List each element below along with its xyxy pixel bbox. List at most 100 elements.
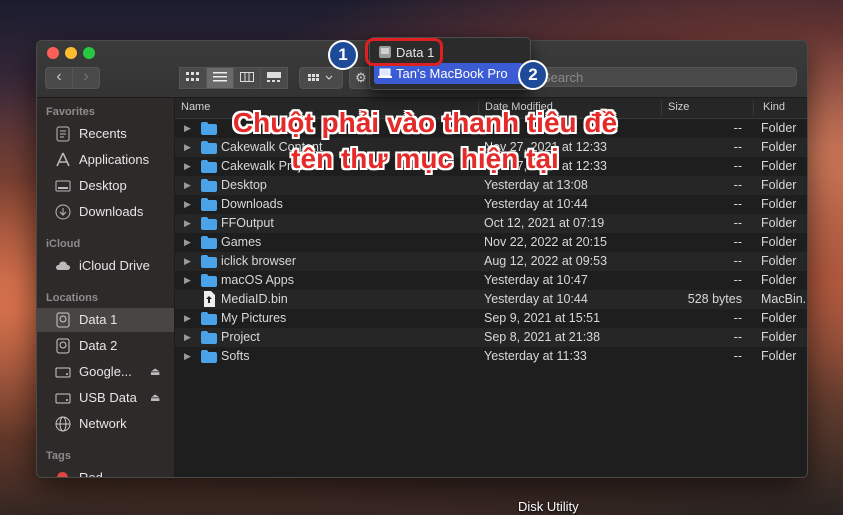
file-date: Aug 12, 2022 at 09:53 [484,254,608,268]
dock-tooltip: Disk Utility [518,499,579,514]
drive-icon [55,367,71,378]
table-row[interactable]: ▶ Downloads Yesterday at 10:44 -- Folder [175,195,807,214]
column-kind[interactable]: Kind [763,101,785,113]
sidebar-item-applications[interactable]: Applications [37,148,174,172]
disclosure-triangle-icon[interactable]: ▶ [184,347,191,366]
file-date: Yesterday at 10:47 [484,273,588,287]
sidebar-header-locations: Locations [46,292,98,304]
table-row[interactable]: ▶ iclick browser Aug 12, 2022 at 09:53 -- Fo… [175,252,807,271]
path-menu-item-macbook[interactable]: Tan's MacBook Pro [374,63,524,84]
sidebar-item-icloud-drive[interactable]: iCloud Drive [37,254,174,278]
file-kind: Folder [761,159,797,173]
file-date: Yesterday at 13:08 [484,178,588,192]
folder-icon [201,236,217,249]
column-view-button[interactable] [233,67,261,89]
table-row[interactable]: ▶ Softs Yesterday at 11:33 -- Folder [175,347,807,366]
table-row[interactable]: ▶ Games Nov 22, 2022 at 20:15 -- Folder [175,233,807,252]
sidebar-item-usb-data[interactable]: USB Data ⏏ [37,386,174,410]
disclosure-triangle-icon[interactable]: ▶ [184,271,191,290]
disclosure-triangle-icon[interactable]: ▶ [184,233,191,252]
sidebar-item-label: Downloads [79,204,144,219]
file-size: -- [733,273,742,287]
sidebar-item-data-2[interactable]: Data 2 [37,334,174,358]
close-button[interactable] [47,47,59,59]
file-kind: Folder [761,216,797,230]
file-date: Nov 22, 2022 at 20:15 [484,235,608,249]
sidebar-item-downloads[interactable]: Downloads [37,200,174,224]
search-input[interactable]: Search [527,67,797,87]
sidebar-item-label: Google... [79,364,132,379]
file-kind: Folder [761,197,797,211]
gear-icon: ⚙ [355,70,367,85]
disclosure-triangle-icon[interactable]: ▶ [184,309,191,328]
sidebar-item-label: Applications [79,152,150,167]
file-kind: Folder [761,349,797,363]
table-row[interactable]: ▶ FFOutput Oct 12, 2021 at 07:19 -- Folder [175,214,807,233]
file-date: Oct 12, 2021 at 07:19 [484,216,605,230]
sidebar-item-label: Data 1 [79,312,118,327]
column-divider[interactable] [753,101,754,115]
sidebar-header-favorites: Favorites [46,106,95,118]
downloads-icon [55,204,71,220]
file-kind: Folder [761,311,797,325]
disclosure-triangle-icon[interactable]: ▶ [184,214,191,233]
disclosure-triangle-icon[interactable]: ▶ [184,328,191,347]
file-name: MediaID.bin [221,292,288,306]
table-row[interactable]: ▶ macOS Apps Yesterday at 10:47 -- Folder [175,271,807,290]
table-row[interactable]: ▶ Project Sep 8, 2021 at 21:38 -- Folder [175,328,807,347]
binary-file-icon [204,291,215,307]
file-date: Yesterday at 11:33 [484,349,587,363]
laptop-icon [378,68,392,78]
chevron-right-icon: › [83,68,89,85]
sidebar-item-recents[interactable]: Recents [37,122,174,146]
disclosure-triangle-icon[interactable]: ▶ [184,252,191,271]
file-name: Downloads [221,197,283,211]
desktop-icon [55,180,71,192]
forward-button[interactable]: › [72,67,100,89]
icon-view-button[interactable] [179,67,207,89]
back-button[interactable]: ‹ [45,67,73,89]
sidebar-item-data-1[interactable]: Data 1 [37,308,174,332]
sidebar-item-google-drive[interactable]: Google... ⏏ [37,360,174,384]
columns-icon [240,72,254,82]
sidebar-item-label: Recents [79,126,127,141]
file-name: Softs [221,349,250,363]
disclosure-triangle-icon[interactable]: ▶ [184,176,191,195]
column-size[interactable]: Size [668,101,689,113]
table-row[interactable]: ▶ Desktop Yesterday at 13:08 -- Folder [175,176,807,195]
disclosure-triangle-icon[interactable]: ▶ [184,195,191,214]
path-menu-item-label: Tan's MacBook Pro [396,66,508,81]
file-kind: Folder [761,254,797,268]
clock-icon [56,126,70,142]
file-kind: Folder [761,178,797,192]
cloud-icon [56,261,70,270]
sidebar-item-desktop[interactable]: Desktop [37,174,174,198]
table-row[interactable]: MediaID.bin Yesterday at 10:44 528 bytes Ma… [175,290,807,309]
sidebar-item-label: Network [79,416,127,431]
list-view-button[interactable] [206,67,234,89]
file-size: -- [733,121,742,135]
annotation-line-1: Chuột phải vào thanh tiêu đề [232,107,618,138]
sidebar-item-tag-red[interactable]: Red [37,466,174,477]
red-tag-icon [57,472,68,477]
disk-icon [56,312,70,328]
gallery-icon [267,72,281,82]
file-size: -- [733,197,742,211]
file-size: -- [733,159,742,173]
folder-icon [201,350,217,363]
eject-icon[interactable]: ⏏ [150,386,160,410]
eject-icon[interactable]: ⏏ [150,360,160,384]
minimize-button[interactable] [65,47,77,59]
sidebar-item-label: USB Data [79,390,137,405]
group-by-button[interactable] [299,67,343,89]
usb-icon [55,393,71,404]
sidebar-header-icloud: iCloud [46,238,81,250]
table-row[interactable]: ▶ My Pictures Sep 9, 2021 at 15:51 -- Folder [175,309,807,328]
sidebar-item-network[interactable]: Network [37,412,174,436]
file-size: -- [733,178,742,192]
zoom-button[interactable] [83,47,95,59]
file-name: Games [221,235,262,249]
gallery-view-button[interactable] [260,67,288,89]
file-size: -- [733,349,742,363]
folder-icon [201,255,217,268]
